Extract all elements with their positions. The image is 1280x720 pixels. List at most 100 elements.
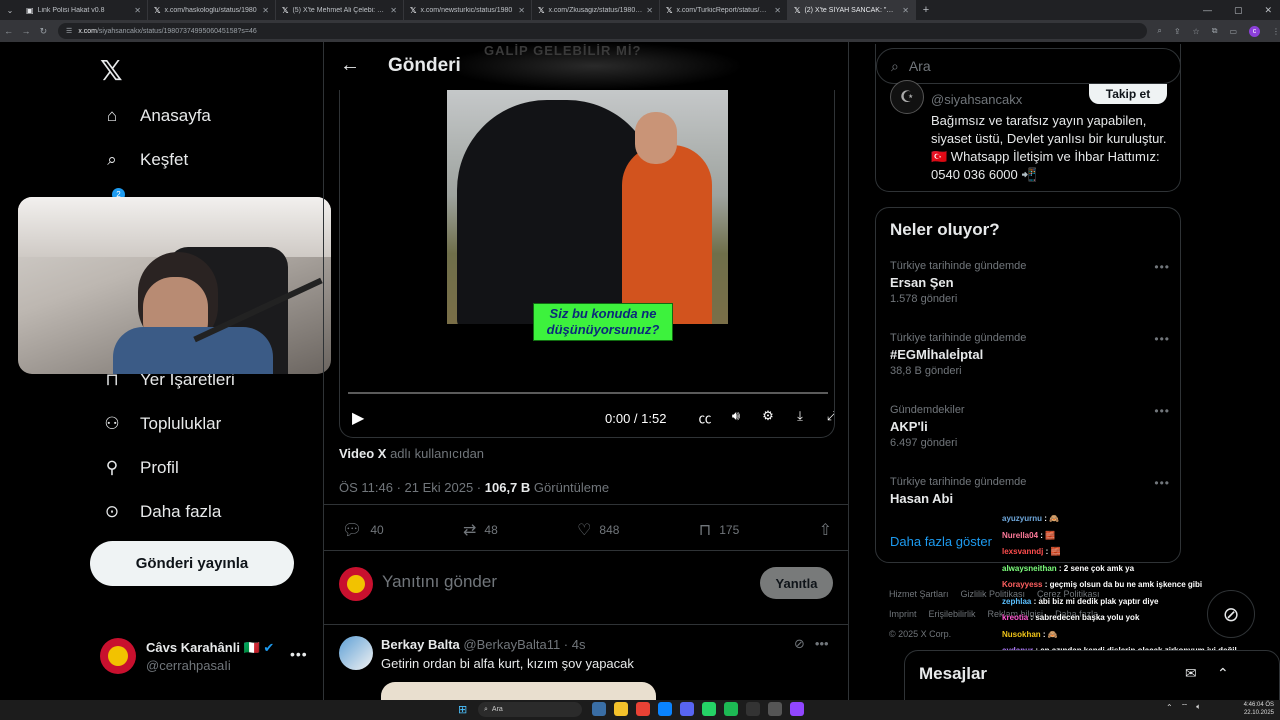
follow-button[interactable]: Takip et bbox=[1089, 84, 1167, 104]
profile-card-handle[interactable]: @siyahsancakx bbox=[931, 92, 1022, 107]
share-action[interactable]: ⇧ bbox=[819, 520, 832, 540]
system-clock[interactable]: 4:46:04 ÖS 22.10.2025 bbox=[1240, 701, 1274, 717]
chat-username[interactable]: Nusokhan bbox=[1002, 630, 1041, 639]
profile-avatar[interactable]: c bbox=[1249, 25, 1260, 37]
video-progress-bar[interactable] bbox=[348, 392, 828, 394]
attribution-link[interactable]: Video X bbox=[339, 446, 386, 461]
maximize-icon[interactable]: ▢ bbox=[1234, 5, 1243, 16]
whatsapp-icon[interactable] bbox=[702, 702, 716, 716]
reply-avatar[interactable] bbox=[339, 636, 373, 670]
site-info-icon[interactable]: ☰ bbox=[66, 27, 72, 35]
sidebar-item-5[interactable]: ⊙ Daha fazla bbox=[100, 500, 221, 524]
discord-icon[interactable] bbox=[680, 702, 694, 716]
grok-fab-icon[interactable]: ⊘ bbox=[1207, 590, 1255, 638]
app-icon[interactable] bbox=[768, 702, 782, 716]
chat-username[interactable]: zephlaa bbox=[1002, 597, 1031, 606]
close-tab-icon[interactable]: ✕ bbox=[774, 6, 781, 15]
windows-start-icon[interactable]: ⊞ bbox=[458, 703, 470, 716]
chat-username[interactable]: Nurella04 bbox=[1002, 531, 1038, 540]
sidebar-item-4[interactable]: ⚲ Profil bbox=[100, 456, 179, 480]
new-message-icon[interactable]: ✉ bbox=[1185, 665, 1197, 682]
show-more-link[interactable]: Daha fazla göster bbox=[890, 534, 992, 549]
captions-icon[interactable]: ㏄ bbox=[696, 408, 714, 427]
volume-icon[interactable]: 🔊︎ bbox=[727, 408, 745, 424]
trend-more-icon[interactable]: ••• bbox=[1154, 260, 1170, 274]
trend-item[interactable]: Türkiye tarihinde gündemde Hasan Abi ••• bbox=[890, 476, 1170, 509]
browser-tab[interactable]: 𝕏x.com/haskologlu/status/1980 ✕ bbox=[148, 0, 276, 20]
obs-icon[interactable] bbox=[746, 702, 760, 716]
extensions-icon[interactable]: ⧉ bbox=[1212, 26, 1218, 36]
settings-icon[interactable]: ⚙ bbox=[759, 408, 777, 424]
chat-username[interactable]: lexsvanndj bbox=[1002, 547, 1043, 556]
network-icon[interactable]: ⌔ bbox=[1181, 702, 1189, 712]
repost-action[interactable]: ⇄ 48 bbox=[463, 520, 498, 540]
footer-link[interactable]: © 2025 X Corp. bbox=[889, 629, 951, 639]
edge-icon[interactable] bbox=[658, 702, 672, 716]
post-button[interactable]: Gönderi yayınla bbox=[90, 541, 294, 586]
volume-tray-icon[interactable]: 🔈︎ bbox=[1196, 702, 1201, 712]
browser-tab[interactable]: 𝕏 (5) X'te Mehmet Ali Çelebi: "Ça ✕ bbox=[276, 0, 404, 20]
browser-tab[interactable]: ▣ Link Polisi Hakat v0.8 ✕ bbox=[20, 0, 148, 20]
footer-link[interactable]: Erişilebilirlik bbox=[929, 609, 976, 619]
video-frame[interactable] bbox=[447, 90, 728, 324]
url-field[interactable]: ☰ x.com/siyahsancakx/status/198073749950… bbox=[58, 23, 1148, 39]
expand-icon[interactable]: ⌃ bbox=[1217, 665, 1229, 682]
trend-more-icon[interactable]: ••• bbox=[1154, 476, 1170, 490]
pip-icon[interactable]: ⤓ bbox=[791, 408, 809, 424]
reply-action[interactable]: 💬︎ 40 bbox=[342, 520, 384, 540]
chat-username[interactable]: alwaysneithan bbox=[1002, 564, 1057, 573]
browser-tab[interactable]: 𝕏x.com/newsturkic/status/1980 ✕ bbox=[404, 0, 532, 20]
browser-tab[interactable]: 𝕏 (2) X'te SİYAH SANCAK: "🔵 Bi ✕ bbox=[788, 0, 916, 20]
trend-item[interactable]: Gündemdekiler AKP'li 6.497 gönderi ••• bbox=[890, 404, 1170, 449]
star-icon[interactable]: ☆ bbox=[1193, 27, 1200, 36]
footer-link[interactable]: Hizmet Şartları bbox=[889, 589, 949, 599]
trend-item[interactable]: Türkiye tarihinde gündemde #EGMİhaleİptal… bbox=[890, 332, 1170, 377]
file-explorer-icon[interactable] bbox=[614, 702, 628, 716]
share-icon[interactable]: ⇪ bbox=[1174, 27, 1181, 36]
taskbar-search[interactable]: ⌕ Ara bbox=[478, 702, 582, 717]
profile-card-avatar[interactable]: ☪ bbox=[890, 80, 924, 114]
spotify-icon[interactable] bbox=[724, 702, 738, 716]
close-tab-icon[interactable]: ✕ bbox=[134, 6, 141, 15]
grok-icon[interactable]: ⊘ bbox=[794, 636, 805, 652]
chat-username[interactable]: ayuzyurnu bbox=[1002, 514, 1042, 523]
close-tab-icon[interactable]: ✕ bbox=[390, 6, 397, 15]
sidebar-icon[interactable]: ▭ bbox=[1229, 27, 1237, 36]
close-tab-icon[interactable]: ✕ bbox=[646, 6, 653, 15]
reply-button[interactable]: Yanıtla bbox=[760, 567, 833, 599]
fullscreen-icon[interactable]: ⤢ bbox=[823, 408, 834, 424]
tab-search-icon[interactable]: ⌄ bbox=[0, 0, 20, 20]
chat-username[interactable]: kreotia bbox=[1002, 613, 1028, 622]
zoom-icon[interactable]: ⌕ bbox=[1157, 26, 1161, 36]
new-tab-button[interactable]: + bbox=[916, 4, 936, 16]
x-logo[interactable]: 𝕏 bbox=[100, 54, 123, 87]
close-tab-icon[interactable]: ✕ bbox=[262, 6, 269, 15]
close-window-icon[interactable]: ✕ bbox=[1264, 5, 1272, 16]
sidebar-item-1[interactable]: ⌕ Keşfet bbox=[100, 148, 188, 172]
browser-tab[interactable]: 𝕏x.com/Zkusagiz/status/198073 ✕ bbox=[532, 0, 660, 20]
play-icon[interactable]: ▶ bbox=[352, 408, 364, 428]
account-switcher[interactable]: Câvs Karahânli 🇮🇹 ✔ @cerrahpasaIi bbox=[100, 638, 274, 674]
reply-more-icon[interactable]: ••• bbox=[815, 636, 829, 652]
chat-username[interactable]: Korayyess bbox=[1002, 580, 1042, 589]
like-action[interactable]: ♡ 848 bbox=[577, 520, 619, 540]
chrome-icon[interactable] bbox=[636, 702, 650, 716]
bookmark-action[interactable]: ⊓ 175 bbox=[699, 520, 740, 540]
minimize-icon[interactable]: — bbox=[1203, 5, 1212, 15]
close-tab-icon[interactable]: ✕ bbox=[518, 6, 525, 15]
widget-icon[interactable] bbox=[592, 702, 606, 716]
video-player[interactable]: Siz bu konuda ne düşünüyorsunuz? ▶ 0:00 … bbox=[339, 90, 835, 438]
trend-more-icon[interactable]: ••• bbox=[1154, 404, 1170, 418]
reload-icon[interactable]: ↻ bbox=[35, 26, 52, 37]
messages-drawer[interactable]: Mesajlar ✉ ⌃ bbox=[904, 650, 1280, 702]
trend-item[interactable]: Türkiye tarihinde gündemde Ersan Şen 1.578… bbox=[890, 260, 1170, 305]
close-tab-icon[interactable]: ✕ bbox=[902, 6, 909, 15]
back-icon[interactable]: ← bbox=[0, 26, 17, 36]
back-arrow-icon[interactable]: ← bbox=[340, 54, 360, 77]
browser-menu-icon[interactable]: ⋮ bbox=[1272, 27, 1280, 36]
browser-tab[interactable]: 𝕏x.com/TurkicReport/status/198 ✕ bbox=[660, 0, 788, 20]
twitch-icon[interactable] bbox=[790, 702, 804, 716]
reply-author-name[interactable]: Berkay Balta bbox=[381, 637, 460, 652]
footer-link[interactable]: Imprint bbox=[889, 609, 917, 619]
account-more-icon[interactable]: ••• bbox=[290, 646, 308, 662]
